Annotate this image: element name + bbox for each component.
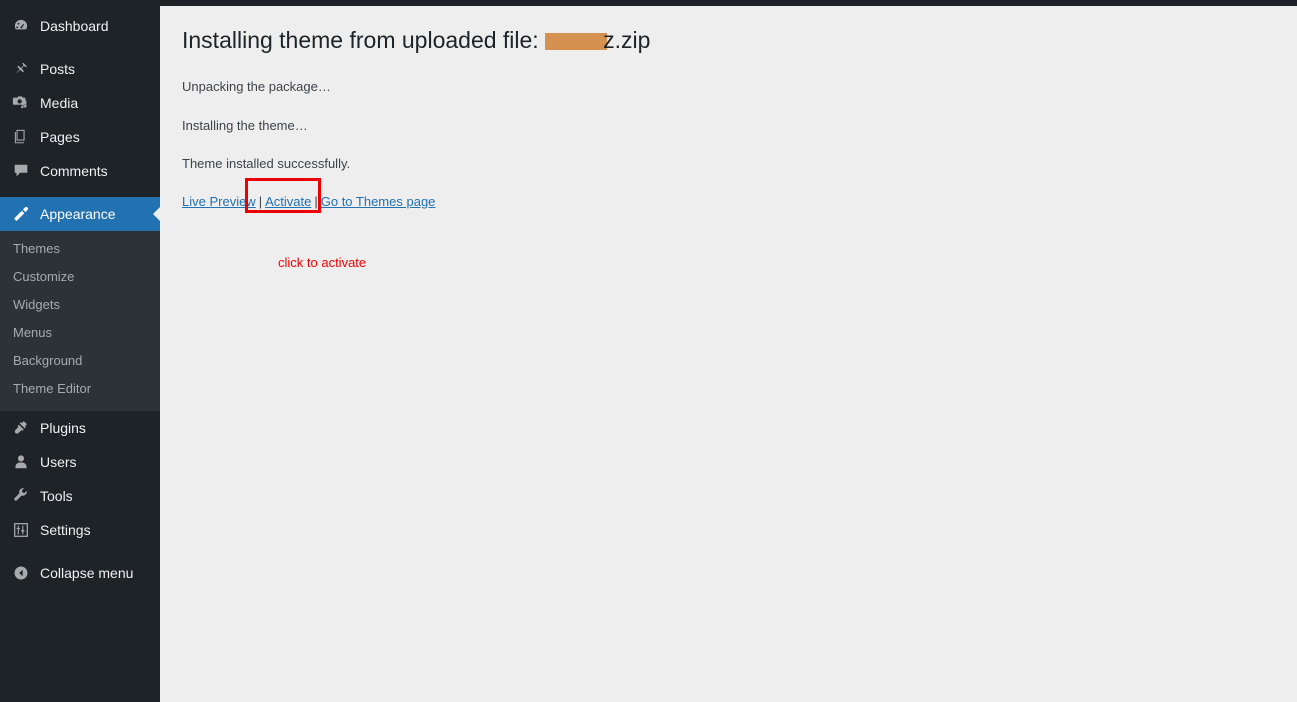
wordpress-admin-screen: Dashboard Posts Media Pages Comments App…	[0, 0, 1297, 702]
action-links-row: Live Preview | Activate | Go to Themes page	[182, 177, 1297, 213]
activate-link[interactable]: Activate	[265, 194, 311, 209]
pin-icon	[11, 59, 31, 79]
sidebar-item-pages[interactable]: Pages	[0, 120, 160, 154]
wrench-icon	[11, 486, 31, 506]
sidebar-item-label: Posts	[40, 61, 76, 77]
main-content: Installing theme from uploaded file: z.z…	[160, 6, 1297, 702]
submenu-item-customize[interactable]: Customize	[0, 263, 160, 291]
collapse-menu-label: Collapse menu	[40, 565, 134, 581]
sidebar-group-gap-2	[0, 188, 160, 197]
collapse-arrow-circle-icon	[11, 563, 31, 583]
admin-sidebar: Dashboard Posts Media Pages Comments App…	[0, 0, 161, 702]
sidebar-item-settings[interactable]: Settings	[0, 513, 160, 547]
sidebar-item-comments[interactable]: Comments	[0, 154, 160, 188]
sidebar-item-label: Settings	[40, 522, 91, 538]
submenu-item-menus[interactable]: Menus	[0, 319, 160, 347]
sidebar-item-label: Comments	[40, 163, 108, 179]
page-title-prefix: Installing theme from uploaded file:	[182, 27, 539, 53]
sidebar-item-posts[interactable]: Posts	[0, 52, 160, 86]
submenu-item-theme-editor[interactable]: Theme Editor	[0, 375, 160, 403]
media-camera-music-icon	[11, 93, 31, 113]
sidebar-top-spacer	[0, 0, 160, 9]
submenu-item-widgets[interactable]: Widgets	[0, 291, 160, 319]
plug-icon	[11, 418, 31, 438]
appearance-submenu: Themes Customize Widgets Menus Backgroun…	[0, 231, 160, 411]
sidebar-group-gap-1	[0, 43, 160, 52]
sliders-icon	[11, 520, 31, 540]
comment-bubble-icon	[11, 161, 31, 181]
sidebar-group-gap-3	[0, 547, 160, 556]
status-installed: Theme installed successfully.	[182, 156, 351, 171]
sidebar-item-label: Dashboard	[40, 18, 109, 34]
sidebar-item-dashboard[interactable]: Dashboard	[0, 9, 160, 43]
click-to-activate-annotation: click to activate	[278, 255, 367, 270]
user-icon	[11, 452, 31, 472]
sidebar-item-label: Plugins	[40, 420, 86, 436]
live-preview-link[interactable]: Live Preview	[182, 194, 256, 209]
go-to-themes-page-link[interactable]: Go to Themes page	[321, 194, 436, 209]
sidebar-item-label: Users	[40, 454, 77, 470]
sidebar-item-label: Media	[40, 95, 79, 111]
sidebar-item-label: Tools	[40, 488, 73, 504]
submenu-item-background[interactable]: Background	[0, 347, 160, 375]
paintbrush-icon	[11, 204, 31, 224]
sidebar-item-label: Appearance	[40, 206, 116, 222]
redacted-filename-bar	[545, 33, 608, 50]
sidebar-item-plugins[interactable]: Plugins	[0, 411, 160, 445]
sidebar-item-users[interactable]: Users	[0, 445, 160, 479]
link-separator: |	[258, 193, 263, 209]
collapse-menu-button[interactable]: Collapse menu	[0, 556, 160, 590]
submenu-item-themes[interactable]: Themes	[0, 235, 160, 263]
link-separator: |	[314, 193, 318, 209]
sidebar-item-tools[interactable]: Tools	[0, 479, 160, 513]
page-title-suffix: z.zip	[603, 27, 651, 53]
page-title: Installing theme from uploaded file: z.z…	[182, 26, 1297, 55]
sidebar-item-media[interactable]: Media	[0, 86, 160, 120]
status-unpacking: Unpacking the package…	[182, 79, 331, 94]
sidebar-item-label: Pages	[40, 129, 80, 145]
dashboard-gauge-icon	[11, 16, 31, 36]
sidebar-item-appearance[interactable]: Appearance	[0, 197, 161, 231]
status-installing: Installing the theme…	[182, 117, 308, 133]
page-document-icon	[11, 127, 31, 147]
